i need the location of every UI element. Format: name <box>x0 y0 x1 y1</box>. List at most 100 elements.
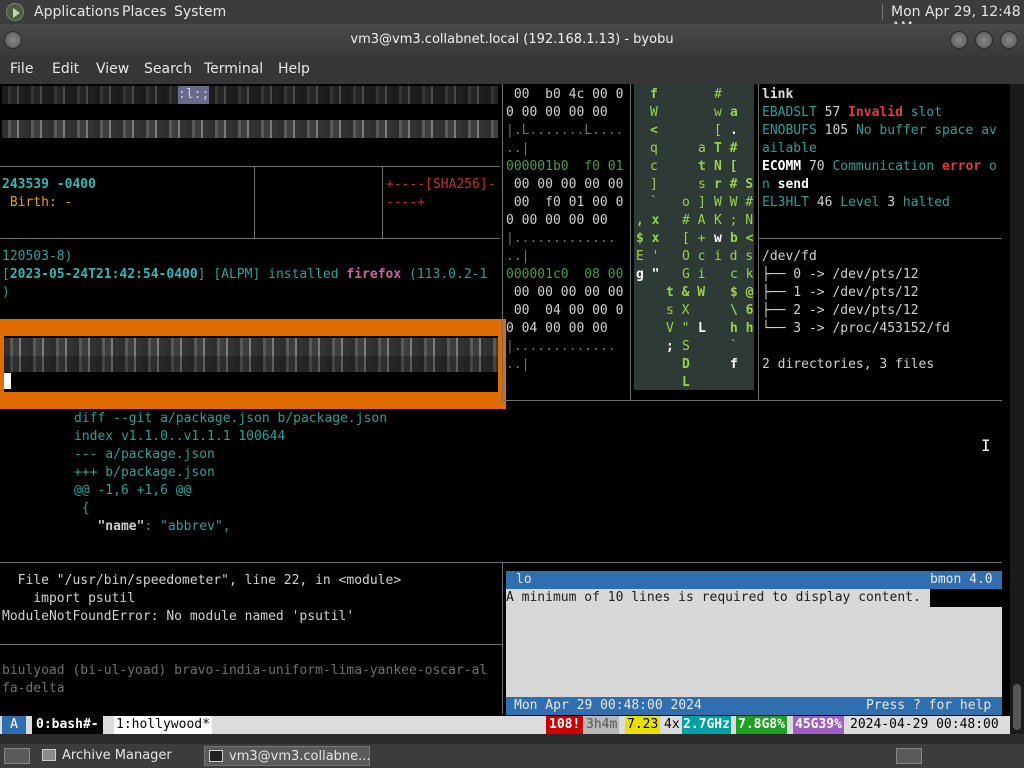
status-memory: 7.8G8% <box>736 716 787 734</box>
diff-hunk: @@ -1,6 +1,6 @@ <box>74 483 192 498</box>
byobu-window-0[interactable]: 0:bash#- <box>32 716 103 734</box>
diff-index: index v1.1.0..v1.1.1 100644 <box>74 429 286 444</box>
hex-line: 00 b0 4c 00 0 <box>506 87 624 102</box>
traceback-line: import psutil <box>2 591 136 606</box>
taskbar-label: Archive Manager <box>62 748 172 763</box>
ascii-noise-block <box>4 356 498 372</box>
hex-line: 00 f0 01 00 0 <box>506 195 624 210</box>
taskbar-archive-manager[interactable]: Archive Manager <box>38 746 200 766</box>
window-title: vm3@vm3.collabnet.local (192.168.1.13) -… <box>350 32 674 47</box>
errno-name: EBADSLT <box>762 105 817 120</box>
menu-applications[interactable]: Applications <box>34 4 120 20</box>
status-datetime: 2024-04-29 00:48:00 <box>850 717 999 732</box>
panel-separator <box>882 4 883 20</box>
birth-line: Birth: - <box>2 195 73 210</box>
status-cpu-count: 4x <box>664 717 680 732</box>
terminal-scrollbar[interactable] <box>1010 84 1024 734</box>
menu-edit[interactable]: Edit <box>52 61 79 77</box>
applications-logo-icon[interactable] <box>6 3 24 21</box>
hex-line: |............. <box>506 339 616 354</box>
show-desktop-icon[interactable] <box>4 748 30 764</box>
log-timestamp: 2023-05-24T21:42:54-0400 <box>9 267 198 282</box>
text-cursor <box>4 373 11 389</box>
ascii-noise-block <box>2 86 498 104</box>
traceback-error: ModuleNotFoundError: No module named 'ps… <box>2 609 355 624</box>
status-uptime: 3h4m <box>584 716 620 734</box>
hex-offset-line: 000001c0 08 00 <box>506 267 624 282</box>
errno-name: ENOBUFS <box>762 123 817 138</box>
errno-desc: No buffer space av <box>855 123 997 138</box>
hex-line: |.L.......L.... <box>506 123 624 138</box>
errno-line: ECOMM 70 Communication error o <box>762 158 997 176</box>
errno-line: ailable <box>762 141 817 156</box>
log-end: ) <box>2 285 10 300</box>
taskbar-label: vm3@vm3.collabne... <box>229 749 371 764</box>
hex-line: 0 00 00 00 00 <box>506 105 608 120</box>
diff-line: { <box>74 501 90 516</box>
errno-line: n send <box>762 176 809 194</box>
tree-item: ├── 2 -> /dev/pts/12 <box>762 303 919 318</box>
minimize-icon[interactable] <box>950 31 968 49</box>
menu-help[interactable]: Help <box>278 61 310 77</box>
menu-system[interactable]: System <box>174 4 226 20</box>
errno-desc: Invalid <box>848 105 903 120</box>
log-tag: [ALPM] <box>213 267 261 282</box>
status-cpu-freq: 2.7GHz <box>682 716 731 734</box>
stat-line: 243539 -0400 <box>2 176 96 194</box>
status-load: 7.23 <box>625 716 661 734</box>
maximize-icon[interactable] <box>975 31 993 49</box>
workspace-switcher-icon[interactable] <box>896 748 922 764</box>
errno-desc: Communication <box>832 159 935 174</box>
menu-terminal[interactable]: Terminal <box>204 61 263 77</box>
menubar: File Edit View Search Terminal Help <box>0 56 1024 84</box>
hex-line: 00 04 00 00 0 <box>506 303 624 318</box>
menu-file[interactable]: File <box>10 61 33 77</box>
hex-line: 00 00 00 00 00 <box>506 177 624 192</box>
errno-title: link <box>762 87 794 102</box>
errno-name: ECOMM <box>762 159 802 174</box>
ascii-noise-block <box>2 120 498 138</box>
bmon-title: bmon 4.0 <box>930 572 993 587</box>
bmon-interface[interactable]: lo <box>516 571 532 589</box>
diff-old-file: --- a/package.json <box>74 447 215 462</box>
menu-view[interactable]: View <box>96 61 129 77</box>
pane-divider <box>0 562 1002 563</box>
pane-divider <box>0 644 502 645</box>
top-panel: Applications Places System Mon Apr 29, 1… <box>0 0 1024 36</box>
taskbar-terminal[interactable]: vm3@vm3.collabne... <box>204 746 371 766</box>
window-titlebar[interactable]: vm3@vm3.collabnet.local (192.168.1.13) -… <box>0 24 1024 56</box>
hex-line: ..| <box>506 141 530 156</box>
bmon-time: Mon Apr 29 00:48:00 2024 <box>514 698 702 713</box>
status-disk: 45G39% <box>793 716 844 734</box>
pane-divider <box>758 238 1002 239</box>
scrollbar-thumb[interactable] <box>1013 684 1021 730</box>
terminal-area[interactable]: :l:; 243539 -0400 Birth: - +----[SHA256]… <box>0 84 1010 734</box>
errno-num: 105 <box>824 123 849 138</box>
bmon-help: Press ? for help <box>866 698 992 713</box>
tree-item: ├── 0 -> /dev/pts/12 <box>762 267 919 282</box>
mouse-ibeam-icon: I <box>981 436 991 455</box>
close-icon[interactable] <box>1000 31 1018 49</box>
log-package: firefox <box>346 267 402 282</box>
bottom-panel: Archive Manager vm3@vm3.collabne... <box>0 744 1024 768</box>
errno-line: EL3HLT 46 Level 3 halted <box>762 194 950 212</box>
diff-json-value: : "abbrev", <box>144 519 231 534</box>
errno-num: 46 <box>816 195 833 210</box>
errno-line: EBADSLT 57 Invalid slot <box>762 104 942 122</box>
sha-art-bottom: ----+ <box>386 195 426 210</box>
log-line: [2023-05-24T21:42:54-0400] [ALPM] instal… <box>2 267 488 282</box>
errno-num: 3 <box>887 195 896 210</box>
menu-search[interactable]: Search <box>144 61 192 77</box>
tree-root: /dev/fd <box>762 249 817 264</box>
tree-summary: 2 directories, 3 files <box>762 357 935 372</box>
archive-icon <box>42 749 56 761</box>
pane-divider <box>630 84 631 400</box>
noise-text: :l:; <box>178 86 210 104</box>
menu-places[interactable]: Places <box>122 4 167 20</box>
hex-line: 0 00 00 00 00 <box>506 213 608 228</box>
pane-divider <box>254 166 255 238</box>
errno-desc: slot <box>910 105 943 120</box>
errno-desc: halted <box>902 195 950 210</box>
tree-item: ├── 1 -> /dev/pts/12 <box>762 285 919 300</box>
byobu-window-1[interactable]: 1:hollywood* <box>114 716 212 734</box>
